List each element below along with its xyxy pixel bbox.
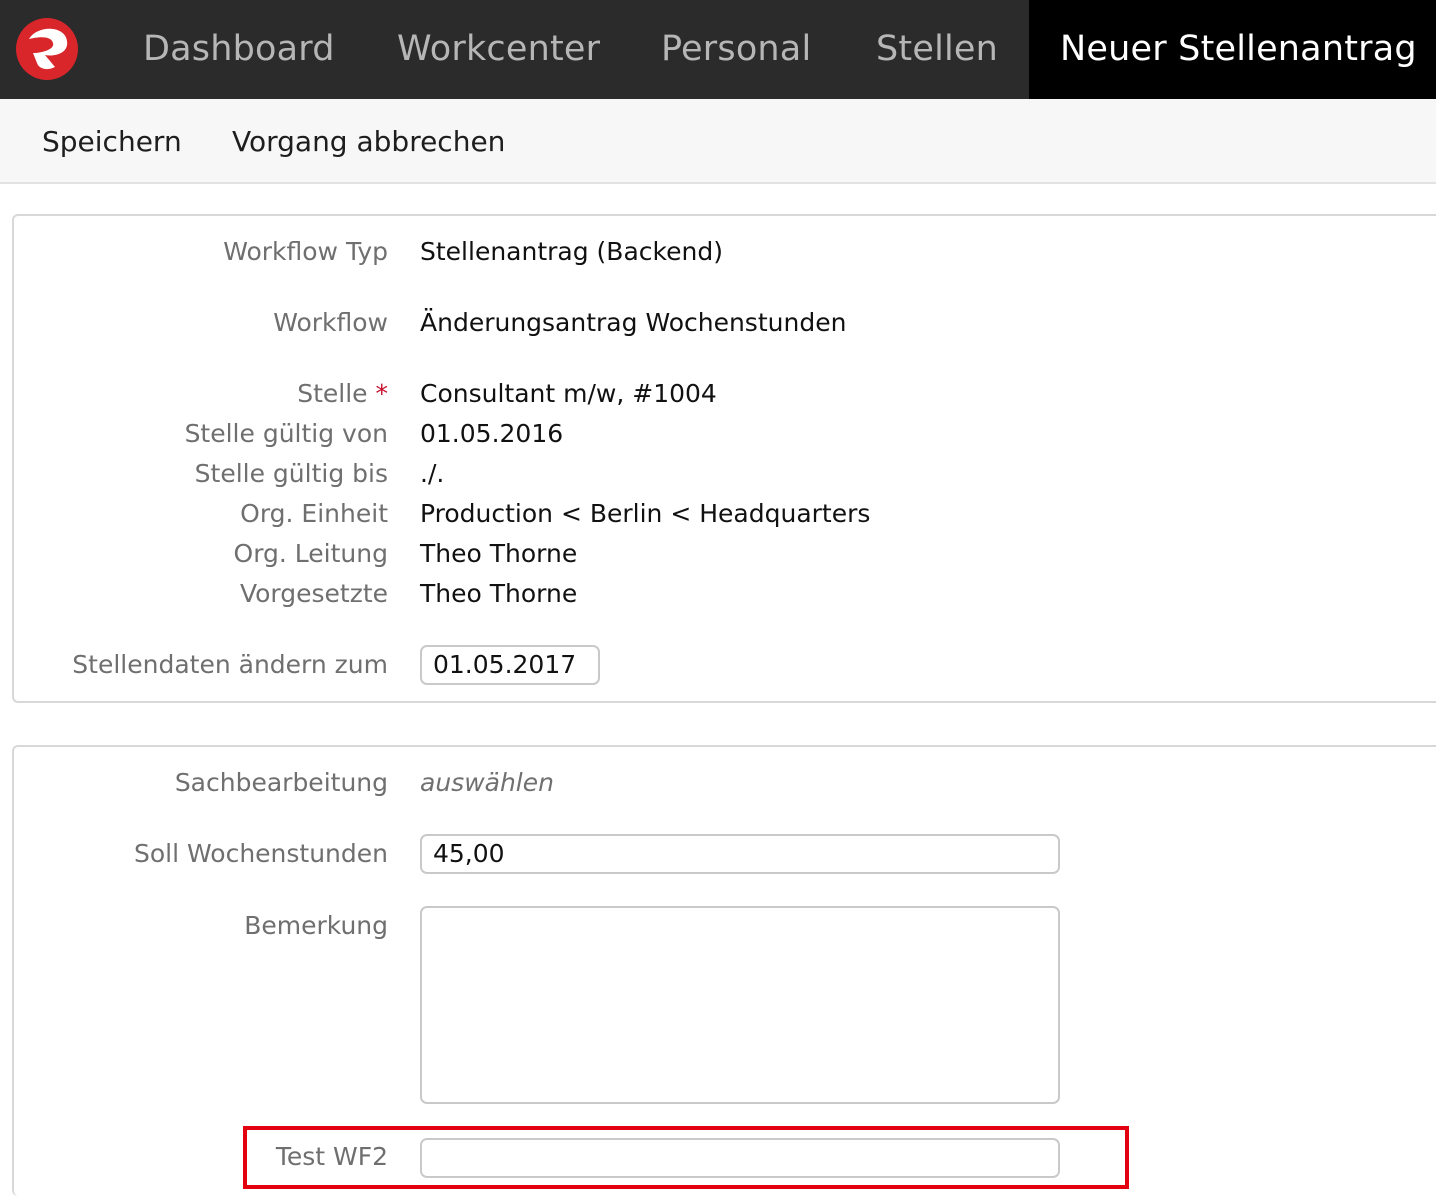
vorgesetzte-label: Vorgesetzte bbox=[239, 579, 388, 608]
test-wf2-input[interactable] bbox=[420, 1138, 1060, 1178]
nav-item-neuer-stellenantrag[interactable]: Neuer Stellenantrag bbox=[1029, 0, 1436, 99]
org-leitung-value: Theo Thorne bbox=[420, 539, 578, 568]
test-wf2-label: Test WF2 bbox=[275, 1142, 388, 1171]
workflow-value: Änderungsantrag Wochenstunden bbox=[420, 308, 847, 337]
vorgesetzte-value: Theo Thorne bbox=[420, 579, 578, 608]
sachbearbeitung-label: Sachbearbeitung bbox=[174, 768, 388, 797]
app-logo-icon[interactable] bbox=[15, 17, 79, 81]
nav-item-dashboard[interactable]: Dashboard bbox=[143, 0, 335, 99]
org-einheit-value: Production < Berlin < Headquarters bbox=[420, 499, 871, 528]
gueltig-von-value: 01.05.2016 bbox=[420, 419, 564, 448]
soll-wochenstunden-label: Soll Wochenstunden bbox=[134, 839, 388, 868]
gueltig-von-label: Stelle gültig von bbox=[184, 419, 388, 448]
action-toolbar: Speichern Vorgang abbrechen bbox=[0, 99, 1436, 184]
nav-item-workcenter[interactable]: Workcenter bbox=[397, 0, 600, 99]
save-button[interactable]: Speichern bbox=[42, 99, 182, 184]
gueltig-bis-label: Stelle gültig bis bbox=[194, 459, 388, 488]
stelle-label-text: Stelle bbox=[297, 379, 368, 408]
aendern-zum-label: Stellendaten ändern zum bbox=[72, 650, 388, 679]
bemerkung-textarea[interactable] bbox=[420, 906, 1060, 1104]
workflow-typ-value: Stellenantrag (Backend) bbox=[420, 237, 723, 266]
org-einheit-label: Org. Einheit bbox=[240, 499, 388, 528]
nav-item-personal[interactable]: Personal bbox=[661, 0, 811, 99]
stelle-label: Stelle * bbox=[297, 379, 388, 408]
bemerkung-label: Bemerkung bbox=[244, 911, 388, 940]
soll-wochenstunden-input[interactable]: 45,00 bbox=[420, 834, 1060, 874]
cancel-process-button[interactable]: Vorgang abbrechen bbox=[232, 99, 505, 184]
sachbearbeitung-select-link[interactable]: auswählen bbox=[420, 768, 554, 797]
workflow-typ-label: Workflow Typ bbox=[223, 237, 388, 266]
stelle-value[interactable]: Consultant m/w, #1004 bbox=[420, 379, 717, 408]
org-leitung-label: Org. Leitung bbox=[233, 539, 388, 568]
required-asterisk: * bbox=[375, 379, 389, 408]
workflow-label: Workflow bbox=[273, 308, 388, 337]
gueltig-bis-value: ./. bbox=[420, 459, 445, 488]
nav-item-stellen[interactable]: Stellen bbox=[876, 0, 998, 99]
top-navigation: Dashboard Workcenter Personal Stellen Ne… bbox=[0, 0, 1436, 99]
aendern-zum-date-input[interactable]: 01.05.2017 bbox=[420, 645, 600, 685]
